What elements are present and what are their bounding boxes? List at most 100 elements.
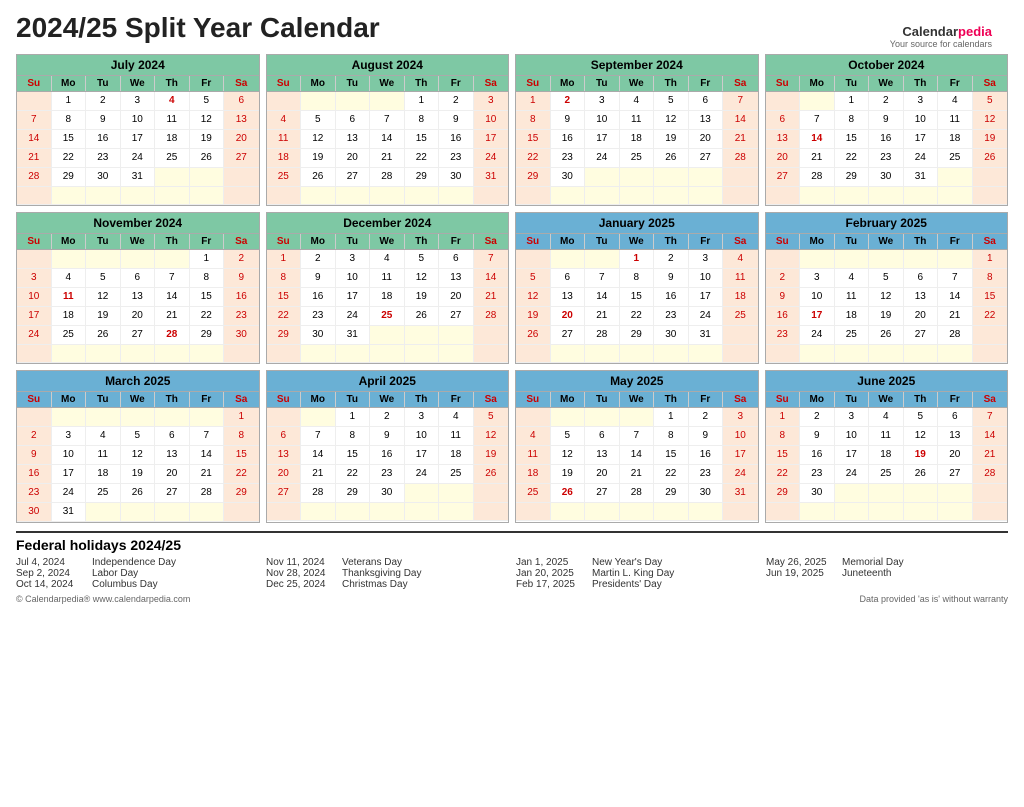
day-cell [766,345,801,363]
day-cell: 1 [52,92,87,111]
day-cell: 20 [121,307,156,326]
holiday-item: Jan 1, 2025New Year's Day [516,557,758,568]
day-cell [516,187,551,205]
day-header-Tu: Tu [86,392,121,407]
day-cell: 4 [835,269,870,288]
day-cell [585,345,620,363]
day-cell [474,187,509,205]
day-cell: 11 [835,288,870,307]
day-cell: 6 [439,250,474,269]
day-cell [585,168,620,187]
day-cell: 26 [551,484,586,503]
day-header-Sa: Sa [973,76,1008,91]
day-cell: 21 [585,307,620,326]
day-cell: 8 [973,269,1008,288]
day-cell [370,326,405,345]
day-cell: 25 [620,149,655,168]
day-cell [973,503,1008,521]
day-cell: 13 [224,111,259,130]
day-cell: 25 [370,307,405,326]
day-cell: 23 [224,307,259,326]
day-cell [766,503,801,521]
day-cell: 24 [405,465,440,484]
day-cell: 17 [121,130,156,149]
day-cell [474,326,509,345]
day-cell: 31 [52,503,87,522]
day-header-We: We [620,392,655,407]
days-grid-4: 1234567891011121314151617181920212223242… [17,250,259,363]
day-header-Mo: Mo [800,234,835,249]
logo: Calendarpedia Your source for calendars [890,24,992,49]
day-header-Th: Th [155,76,190,91]
day-cell [267,345,302,363]
day-cell [973,345,1008,363]
month-header-7: February 2025 [766,213,1008,234]
day-cell [973,187,1008,205]
day-cell [17,187,52,205]
holiday-item: Jul 4, 2024Independence Day [16,557,258,568]
day-cell [689,345,724,363]
day-cell: 13 [551,288,586,307]
month-header-11: June 2025 [766,371,1008,392]
day-cell: 4 [155,92,190,111]
calendars-grid: July 2024SuMoTuWeThFrSa12345678910111213… [16,54,1008,523]
day-cell: 26 [86,326,121,345]
month-calendar-11: June 2025SuMoTuWeThFrSa12345678910111213… [765,370,1009,523]
day-cell: 14 [190,446,225,465]
day-cell: 31 [474,168,509,187]
day-cell: 5 [654,92,689,111]
day-cell: 14 [301,446,336,465]
day-cell: 8 [336,427,371,446]
day-header-Su: Su [766,76,801,91]
day-cell: 23 [800,465,835,484]
day-cell: 30 [654,326,689,345]
day-header-Th: Th [155,392,190,407]
day-cell: 28 [585,326,620,345]
day-header-Fr: Fr [938,392,973,407]
day-header-Fr: Fr [190,234,225,249]
day-cell: 15 [620,288,655,307]
day-cell [800,92,835,111]
day-cell: 22 [516,149,551,168]
day-cell [904,250,939,269]
holiday-column-1: Nov 11, 2024Veterans DayNov 28, 2024Than… [266,557,508,590]
day-cell: 18 [938,130,973,149]
month-header-2: September 2024 [516,55,758,76]
day-cell [723,503,758,521]
day-cell [474,345,509,363]
day-cell: 27 [551,326,586,345]
month-calendar-3: October 2024SuMoTuWeThFrSa12345678910111… [765,54,1009,206]
day-cell: 10 [835,427,870,446]
holiday-item: Jun 19, 2025Juneteenth [766,568,1008,579]
day-header-Tu: Tu [835,76,870,91]
day-cell: 2 [689,408,724,427]
month-header-8: March 2025 [17,371,259,392]
day-cell [800,250,835,269]
day-header-Tu: Tu [86,234,121,249]
day-cell: 2 [869,92,904,111]
day-header-Mo: Mo [52,392,87,407]
month-calendar-6: January 2025SuMoTuWeThFrSa12345678910111… [515,212,759,364]
page-title: 2024/25 Split Year Calendar [16,12,1008,44]
holiday-name: Independence Day [92,557,176,568]
day-cell: 24 [336,307,371,326]
day-cell [689,168,724,187]
holiday-item: Nov 11, 2024Veterans Day [266,557,508,568]
day-cell [585,408,620,427]
day-cell: 17 [723,446,758,465]
day-cell: 28 [370,168,405,187]
day-cell: 28 [17,168,52,187]
day-cell [689,187,724,205]
day-cell [766,187,801,205]
day-cell: 29 [52,168,87,187]
day-cell: 21 [973,446,1008,465]
day-cell: 20 [439,288,474,307]
day-cell: 3 [800,269,835,288]
day-cell [800,187,835,205]
day-cell: 7 [938,269,973,288]
day-cell: 28 [474,307,509,326]
day-cell: 6 [766,111,801,130]
day-cell: 4 [620,92,655,111]
day-cell: 28 [800,168,835,187]
day-cell: 12 [190,111,225,130]
